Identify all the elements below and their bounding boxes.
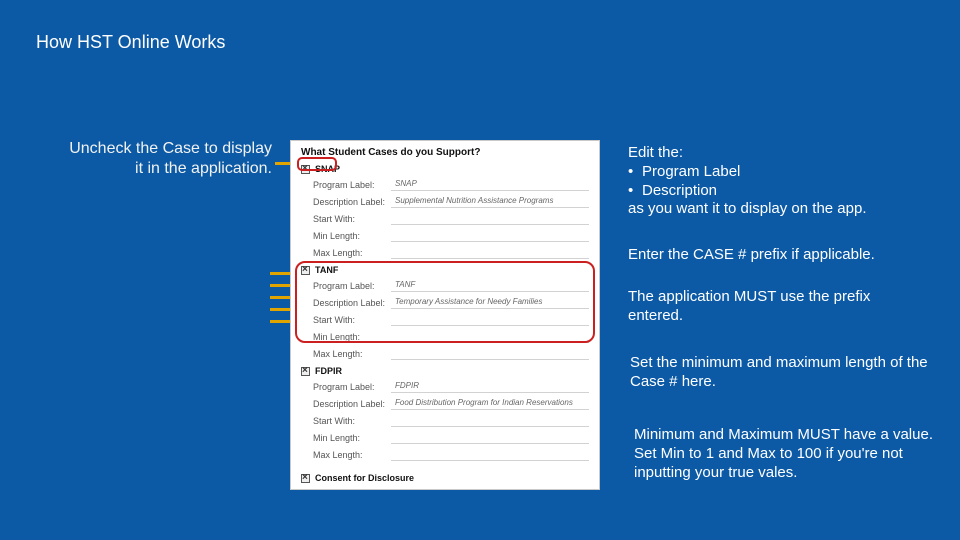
fdpir-startwith[interactable] [391, 415, 589, 427]
consent-checkbox[interactable] [301, 474, 310, 483]
fdpir-checkbox[interactable] [301, 367, 310, 376]
callout-min-max-values: Minimum and Maximum MUST have a value. S… [624, 420, 944, 500]
callout-edit-fields: Edit the: •Program Label •Description as… [618, 138, 938, 232]
tanf-maxlen[interactable] [391, 348, 589, 360]
label-startwith: Start With: [313, 214, 391, 224]
form-heading: What Student Cases do you Support? [301, 147, 589, 158]
fdpir-description[interactable]: Food Distribution Program for Indian Res… [391, 398, 589, 410]
snap-program-label[interactable]: SNAP [391, 179, 589, 191]
highlight-snap-checkbox [297, 157, 337, 171]
fdpir-section-name: FDPIR [315, 366, 342, 376]
label-program: Program Label: [313, 180, 391, 190]
snap-startwith[interactable] [391, 213, 589, 225]
callout-case-prefix: Enter the CASE # prefix if applicable. [618, 240, 938, 268]
label-description: Description Label: [313, 197, 391, 207]
left-instruction: Uncheck the Case to display it in the ap… [52, 139, 272, 179]
left-instruction-line2: it in the application. [135, 160, 272, 177]
label-minlen: Min Length: [313, 231, 391, 241]
highlight-tanf-block [295, 261, 595, 343]
slide-title: How HST Online Works [36, 32, 225, 53]
left-instruction-line1: Uncheck the Case to display [69, 140, 272, 157]
bullet-icon: • [628, 182, 642, 201]
fdpir-program-label[interactable]: FDPIR [391, 381, 589, 393]
callout-edit-line2: as you want it to display on the app. [628, 200, 928, 219]
callout-edit-bullet1: Program Label [642, 163, 740, 182]
snap-maxlen[interactable] [391, 247, 589, 259]
snap-minlen[interactable] [391, 230, 589, 242]
fdpir-checkbox-row: FDPIR [301, 366, 589, 376]
callout-edit-bullet2: Description [642, 182, 717, 201]
callout-edit-line1: Edit the: [628, 144, 928, 163]
snap-description[interactable]: Supplemental Nutrition Assistance Progra… [391, 196, 589, 208]
callout-min-max: Set the minimum and maximum length of th… [620, 348, 940, 396]
fdpir-minlen[interactable] [391, 432, 589, 444]
snap-checkbox-row: SNAP [301, 164, 589, 174]
consent-row: Consent for Disclosure [301, 473, 589, 483]
bullet-icon: • [628, 163, 642, 182]
callout-prefix-must: The application MUST use the prefix ente… [618, 282, 938, 330]
slide: { "title": "How HST Online Works", "left… [0, 0, 960, 540]
consent-label: Consent for Disclosure [315, 473, 414, 483]
fdpir-maxlen[interactable] [391, 449, 589, 461]
label-maxlen: Max Length: [313, 248, 391, 258]
